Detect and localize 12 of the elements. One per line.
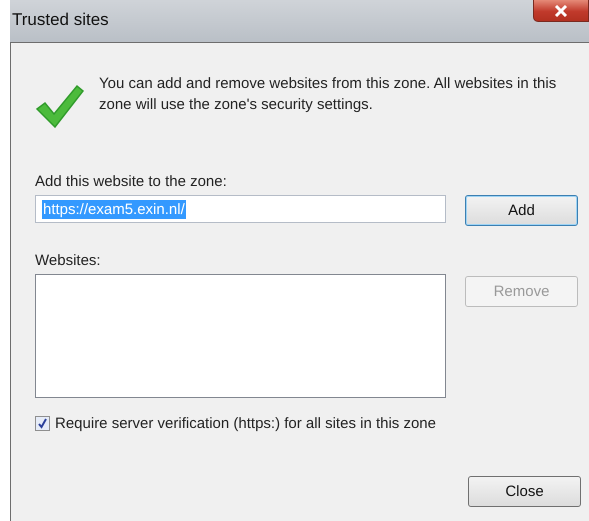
close-dialog-button[interactable]: Close	[468, 476, 581, 507]
window-title: Trusted sites	[12, 10, 109, 30]
close-icon	[554, 4, 568, 16]
description-text: You can add and remove websites from this zone. All websites in this zone will use the zone's security settings.	[99, 74, 558, 115]
websites-label: Websites:	[35, 252, 102, 269]
checkmark-icon	[35, 83, 85, 129]
checkbox-label: Require server verification (https:) for all sites in this zone	[55, 415, 436, 432]
add-button[interactable]: Add	[465, 195, 578, 226]
checkbox[interactable]	[35, 416, 50, 431]
close-button[interactable]	[533, 0, 589, 22]
websites-list[interactable]	[35, 274, 446, 398]
add-website-label: Add this website to the zone:	[35, 173, 228, 190]
